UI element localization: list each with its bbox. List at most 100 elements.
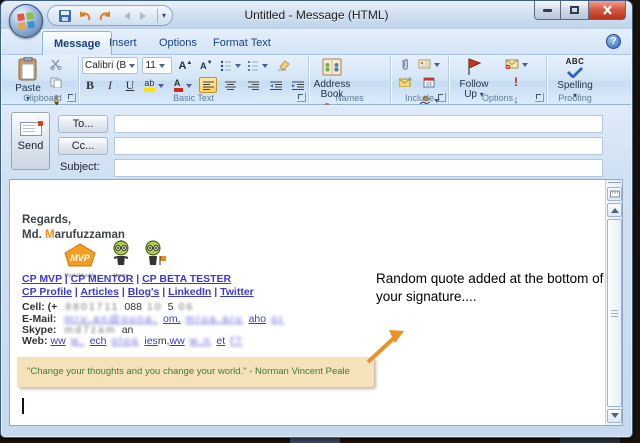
increase-indent-button[interactable] [289, 77, 307, 93]
help-icon: ? [610, 36, 616, 47]
contact-link: w. [71, 335, 85, 347]
cc-input[interactable] [114, 137, 603, 155]
attach-item-button[interactable] [394, 75, 416, 89]
help-button[interactable]: ? [606, 34, 621, 49]
grow-font-button[interactable]: A▲ [177, 57, 194, 74]
chevron-down-icon [186, 84, 192, 91]
contact-text: 06 [178, 301, 194, 313]
ribbon: Paste ▾ [2, 55, 631, 105]
underline-button[interactable]: U [122, 77, 138, 93]
permission-button[interactable] [500, 57, 532, 71]
office-button[interactable] [9, 4, 43, 38]
increase-indent-icon [292, 81, 304, 90]
to-input[interactable] [114, 115, 603, 133]
font-color-button[interactable]: A [171, 77, 195, 93]
annotation-text: Random quote added at the bottom of your… [376, 270, 616, 306]
desktop-backdrop: ▾ Untitled - Message (HTML) Message Inse… [0, 0, 640, 443]
contact-web-line: Web:www.echologiesm,www.netf? [22, 335, 248, 347]
abc-icon: ABC [550, 57, 600, 67]
italic-icon: I [108, 78, 112, 93]
chevron-down-icon [262, 64, 268, 71]
scroll-thumb[interactable] [607, 219, 622, 407]
signature-links-row2: CP Profile | Articles | Blog's | LinkedI… [22, 286, 254, 298]
shrink-font-button[interactable]: A▼ [198, 57, 214, 74]
copy-icon [50, 77, 62, 88]
tab-options[interactable]: Options [148, 31, 208, 55]
clipboard-dialog-launcher[interactable] [67, 93, 76, 102]
spelling-label: Spelling [557, 80, 593, 91]
include-dialog-launcher[interactable] [437, 93, 446, 102]
group-label: Basic Text [79, 93, 308, 103]
italic-button[interactable]: I [102, 77, 117, 93]
tab-format-text[interactable]: Format Text [202, 31, 282, 55]
chevron-down-icon [235, 64, 241, 71]
message-window: ▾ Untitled - Message (HTML) Message Inse… [0, 0, 633, 438]
office-logo-icon [17, 12, 35, 30]
basic-text-dialog-launcher[interactable] [297, 93, 306, 102]
contact-link[interactable]: ww [50, 335, 65, 347]
calendar-button[interactable] [416, 75, 442, 89]
clipboard-icon [17, 57, 39, 81]
options-dialog-launcher[interactable] [535, 93, 544, 102]
decrease-indent-button[interactable] [267, 77, 285, 93]
signature-link[interactable]: CP BETA TESTER [142, 273, 231, 285]
tab-insert[interactable]: Insert [98, 31, 148, 55]
signature-link[interactable]: Twitter [220, 286, 254, 298]
split-handle[interactable] [608, 182, 621, 186]
titlebar[interactable]: ▾ Untitled - Message (HTML) [1, 1, 632, 29]
message-body[interactable]: Regards, Md. Marufuzzaman MVP Most Valua… [9, 179, 623, 426]
signature-link[interactable]: Articles [80, 286, 119, 298]
send-label: Send [18, 140, 44, 152]
send-button[interactable]: Send [11, 112, 50, 170]
numbering-button[interactable] [246, 57, 269, 74]
font-name-select[interactable]: Calibri (Bo [82, 57, 138, 74]
chevron-down-icon [159, 64, 165, 71]
contact-link[interactable]: aho [249, 313, 267, 325]
vertical-scrollbar[interactable] [605, 180, 622, 425]
close-button[interactable] [589, 1, 626, 20]
copy-button[interactable] [46, 75, 66, 89]
contact-link[interactable]: et [216, 335, 225, 347]
high-importance-button[interactable]: ! [507, 75, 525, 89]
contact-text: 5 [168, 301, 174, 313]
clear-formatting-button[interactable] [274, 57, 293, 74]
text-highlight-button[interactable]: ab [142, 77, 166, 93]
attach-file-button[interactable] [394, 57, 416, 71]
align-center-button[interactable] [222, 77, 240, 93]
font-name-value: Calibri (Bo [85, 60, 126, 71]
ruler-toggle-button[interactable] [607, 187, 622, 201]
scissors-icon [50, 59, 62, 70]
font-color-icon: A [174, 79, 183, 92]
font-size-select[interactable]: 11 [142, 57, 172, 74]
contact-link[interactable]: om, [163, 313, 181, 325]
signature-link[interactable]: LinkedIn [168, 286, 211, 298]
contact-link[interactable]: ies [144, 335, 157, 347]
cc-button[interactable]: Cc... [58, 137, 108, 155]
group-include: Include [391, 56, 449, 104]
scroll-up-button[interactable] [607, 203, 622, 217]
mentor-badge-icon [108, 240, 134, 268]
align-right-button[interactable] [244, 77, 262, 93]
bold-button[interactable]: B [82, 77, 98, 93]
maximize-button[interactable] [561, 1, 589, 20]
business-card-button[interactable] [416, 57, 442, 71]
cut-button[interactable] [46, 57, 66, 71]
align-left-icon [203, 81, 214, 90]
minimize-button[interactable] [534, 1, 561, 20]
to-button[interactable]: To... [58, 115, 108, 133]
contact-link[interactable]: ech [90, 335, 107, 347]
signature-link[interactable]: CP MENTOR [71, 273, 134, 285]
scroll-down-button[interactable] [607, 409, 622, 423]
contact-link: olog [112, 335, 140, 347]
contact-link[interactable]: ww [169, 335, 184, 347]
signature-link[interactable]: CP Profile [22, 286, 72, 298]
contact-link: or [271, 313, 284, 325]
spellcheck-icon [566, 67, 584, 78]
subject-input[interactable] [114, 159, 603, 177]
close-icon [602, 5, 613, 15]
signature-link[interactable]: Blog's [128, 286, 160, 298]
bullets-button[interactable] [219, 57, 242, 74]
align-left-button[interactable] [199, 77, 217, 93]
signature-link[interactable]: CP MVP [22, 273, 62, 285]
backdrop-blob [560, 438, 620, 443]
